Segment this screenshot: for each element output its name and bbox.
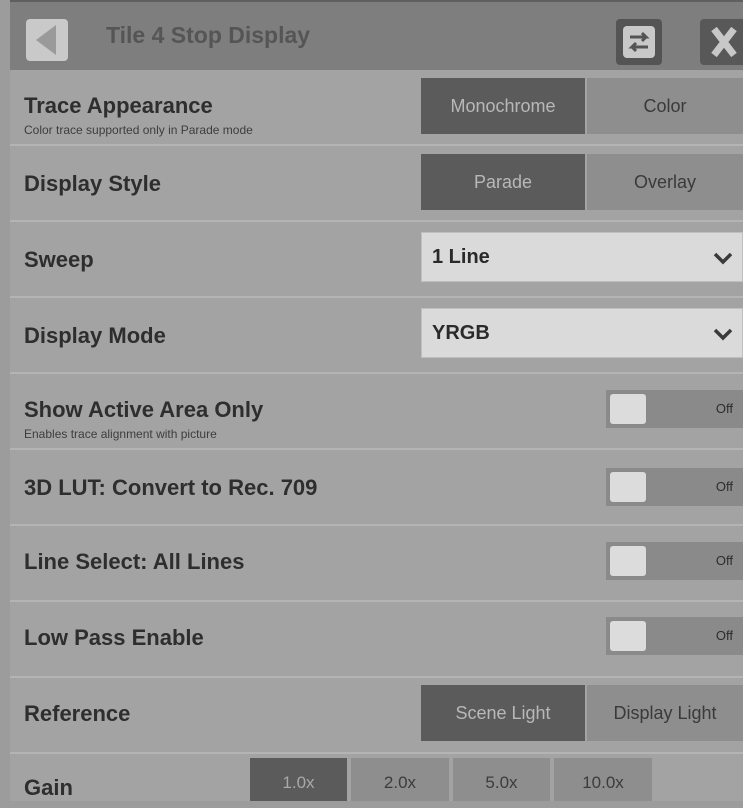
header-bar: Tile 4 Stop Display — [10, 0, 743, 70]
row-line-select: Line Select: All Lines Off — [10, 526, 743, 602]
lut-convert-toggle[interactable]: Off — [606, 468, 743, 506]
parade-button[interactable]: Parade — [421, 154, 585, 210]
show-active-area-sublabel: Enables trace alignment with picture — [24, 427, 217, 441]
gain-1x-button[interactable]: 1.0x — [250, 758, 347, 801]
toggle-state: Off — [715, 401, 733, 416]
toggle-knob — [610, 472, 646, 502]
back-arrow-icon — [36, 25, 56, 55]
row-low-pass: Low Pass Enable Off — [10, 602, 743, 678]
settings-panel: Trace Appearance Color trace supported o… — [10, 70, 743, 801]
row-trace-appearance: Trace Appearance Color trace supported o… — [10, 70, 743, 146]
gain-label: Gain — [24, 775, 73, 800]
color-button[interactable]: Color — [587, 78, 743, 134]
close-x-icon — [711, 26, 737, 58]
row-display-style: Display Style Parade Overlay — [10, 146, 743, 222]
show-active-area-toggle[interactable]: Off — [606, 390, 743, 428]
low-pass-label: Low Pass Enable — [24, 625, 204, 650]
close-button[interactable] — [700, 19, 743, 65]
gain-10x-button[interactable]: 10.0x — [554, 758, 652, 801]
swap-button[interactable] — [616, 19, 662, 65]
gain-5x-button[interactable]: 5.0x — [453, 758, 550, 801]
chevron-down-icon — [713, 328, 733, 341]
monochrome-button[interactable]: Monochrome — [421, 78, 585, 134]
sweep-value: 1 Line — [432, 246, 490, 268]
scene-light-button[interactable]: Scene Light — [421, 685, 585, 741]
toggle-knob — [610, 621, 646, 651]
row-sweep: Sweep 1 Line — [10, 222, 743, 298]
toggle-state: Off — [715, 479, 733, 494]
overlay-button[interactable]: Overlay — [587, 154, 743, 210]
trace-appearance-sublabel: Color trace supported only in Parade mod… — [24, 123, 253, 137]
row-3d-lut: 3D LUT: Convert to Rec. 709 Off — [10, 450, 743, 526]
swap-arrows-icon — [623, 26, 655, 58]
display-mode-value: YRGB — [432, 322, 490, 344]
display-mode-dropdown[interactable]: YRGB — [421, 308, 743, 358]
sweep-dropdown[interactable]: 1 Line — [421, 232, 743, 282]
line-select-label: Line Select: All Lines — [24, 549, 245, 574]
page-title: Tile 4 Stop Display — [106, 22, 311, 48]
lut-convert-label: 3D LUT: Convert to Rec. 709 — [24, 475, 318, 500]
row-display-mode: Display Mode YRGB — [10, 298, 743, 374]
gain-2x-button[interactable]: 2.0x — [351, 758, 449, 801]
row-show-active-area: Show Active Area Only Enables trace alig… — [10, 374, 743, 450]
line-select-toggle[interactable]: Off — [606, 542, 743, 580]
chevron-down-icon — [713, 252, 733, 265]
sweep-label: Sweep — [24, 247, 94, 272]
low-pass-toggle[interactable]: Off — [606, 617, 743, 655]
back-button[interactable] — [26, 19, 68, 61]
toggle-knob — [610, 546, 646, 576]
reference-label: Reference — [24, 701, 131, 726]
toggle-state: Off — [715, 553, 733, 568]
toggle-knob — [610, 394, 646, 424]
row-reference: Reference Scene Light Display Light — [10, 678, 743, 754]
display-light-button[interactable]: Display Light — [587, 685, 743, 741]
trace-appearance-label: Trace Appearance — [24, 93, 213, 118]
show-active-area-label: Show Active Area Only — [24, 397, 264, 422]
display-style-label: Display Style — [24, 171, 161, 196]
display-mode-label: Display Mode — [24, 323, 166, 348]
toggle-state: Off — [715, 628, 733, 643]
